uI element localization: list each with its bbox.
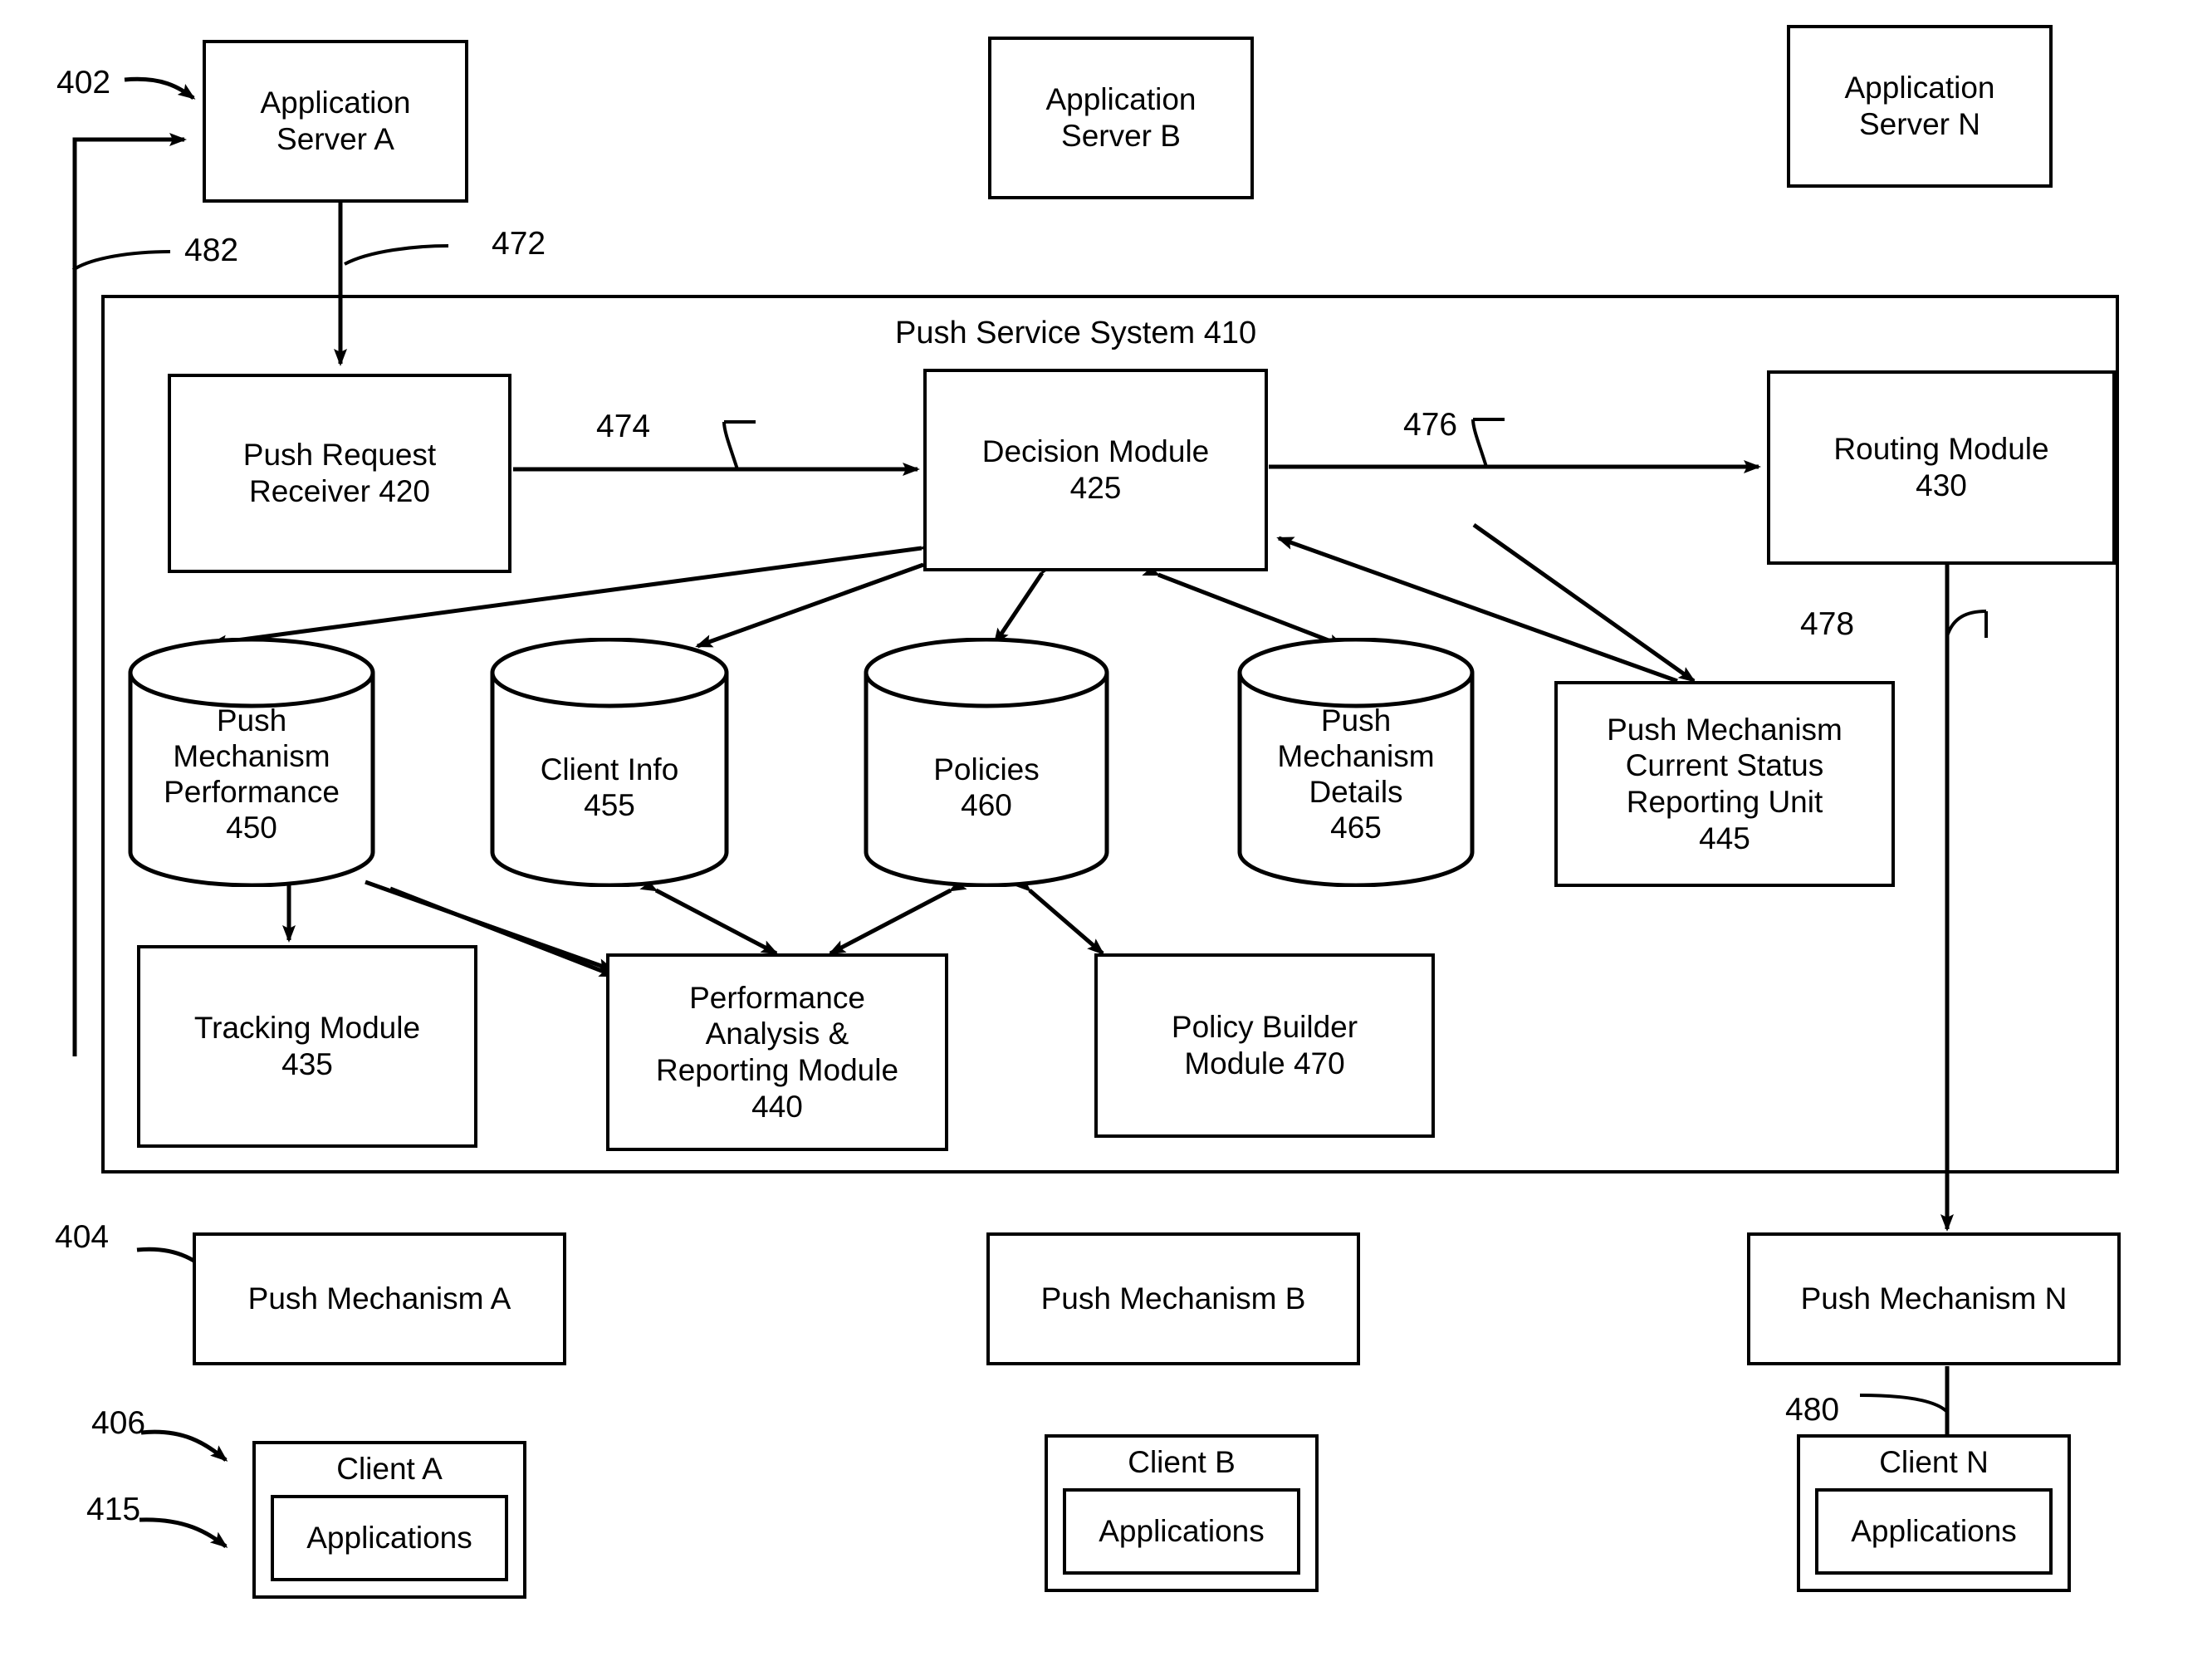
ref-478: 478	[1800, 606, 1855, 642]
performance-analysis-module-box[interactable]: Performance Analysis & Reporting Module …	[606, 953, 948, 1151]
routing-module-box[interactable]: Routing Module 430	[1767, 370, 2116, 565]
ref-472: 472	[492, 226, 546, 262]
tracking-module-box[interactable]: Tracking Module 435	[137, 945, 477, 1148]
status-reporting-unit-label: Push Mechanism Current Status Reporting …	[1607, 712, 1843, 855]
push-mechanism-b-box[interactable]: Push Mechanism B	[986, 1232, 1360, 1365]
client-a-applications-label: Applications	[306, 1521, 472, 1555]
push-request-receiver-label: Push Request Receiver 420	[242, 438, 437, 508]
client-info-label: Client Info 455	[540, 752, 679, 822]
client-n-applications-label: Applications	[1851, 1514, 2017, 1548]
tracking-module-label: Tracking Module 435	[193, 1011, 421, 1081]
policy-builder-module-box[interactable]: Policy Builder Module 470	[1094, 953, 1435, 1138]
push-mechanism-a-box[interactable]: Push Mechanism A	[193, 1232, 566, 1365]
ref-404: 404	[55, 1219, 110, 1255]
push-mechanism-a-label: Push Mechanism A	[247, 1281, 511, 1316]
push-mechanism-details-label: Push Mechanism Details 465	[1277, 703, 1435, 845]
push-mechanism-n-label: Push Mechanism N	[1800, 1281, 2068, 1316]
app-server-a-box[interactable]: Application Server A	[203, 40, 468, 203]
performance-analysis-module-label: Performance Analysis & Reporting Module …	[655, 980, 899, 1124]
push-mechanism-b-label: Push Mechanism B	[1040, 1281, 1306, 1316]
push-mechanism-performance-label: Push Mechanism Performance 450	[164, 703, 340, 845]
push-mechanism-n-box[interactable]: Push Mechanism N	[1747, 1232, 2121, 1365]
routing-module-label: Routing Module 430	[1833, 432, 2049, 502]
client-b-label: Client B	[1128, 1445, 1236, 1479]
client-info-store[interactable]: Client Info 455	[488, 638, 731, 887]
app-server-b-box[interactable]: Application Server B	[988, 37, 1254, 199]
decision-module-label: Decision Module 425	[981, 434, 1210, 505]
decision-module-box[interactable]: Decision Module 425	[923, 369, 1268, 571]
app-server-b-label: Application Server B	[1045, 82, 1197, 153]
ref-474: 474	[596, 409, 651, 444]
policies-label: Policies 460	[933, 752, 1040, 822]
push-mechanism-performance-store[interactable]: Push Mechanism Performance 450	[126, 638, 377, 887]
policies-store[interactable]: Policies 460	[862, 638, 1111, 887]
client-b-applications-box[interactable]: Applications	[1063, 1488, 1300, 1575]
ref-482: 482	[184, 233, 239, 268]
push-service-system-title: Push Service System 410	[895, 316, 1257, 350]
ref-415: 415	[86, 1492, 141, 1527]
app-server-n-box[interactable]: Application Server N	[1787, 25, 2053, 188]
app-server-n-label: Application Server N	[1844, 71, 1995, 141]
ref-476: 476	[1403, 407, 1458, 443]
policy-builder-module-label: Policy Builder Module 470	[1171, 1010, 1358, 1080]
client-a-applications-box[interactable]: Applications	[271, 1495, 508, 1581]
push-request-receiver-box[interactable]: Push Request Receiver 420	[168, 374, 511, 573]
ref-402: 402	[56, 65, 111, 100]
ref-480: 480	[1785, 1392, 1840, 1428]
client-a-label: Client A	[336, 1452, 443, 1486]
client-n-label: Client N	[1879, 1445, 1989, 1479]
app-server-a-label: Application Server A	[260, 86, 411, 156]
client-b-applications-label: Applications	[1099, 1514, 1265, 1548]
push-mechanism-details-store[interactable]: Push Mechanism Details 465	[1236, 638, 1476, 887]
ref-406: 406	[91, 1405, 146, 1441]
client-n-applications-box[interactable]: Applications	[1815, 1488, 2053, 1575]
status-reporting-unit-box[interactable]: Push Mechanism Current Status Reporting …	[1554, 681, 1895, 887]
patent-figure-canvas: Application Server A Application Server …	[0, 0, 2212, 1661]
